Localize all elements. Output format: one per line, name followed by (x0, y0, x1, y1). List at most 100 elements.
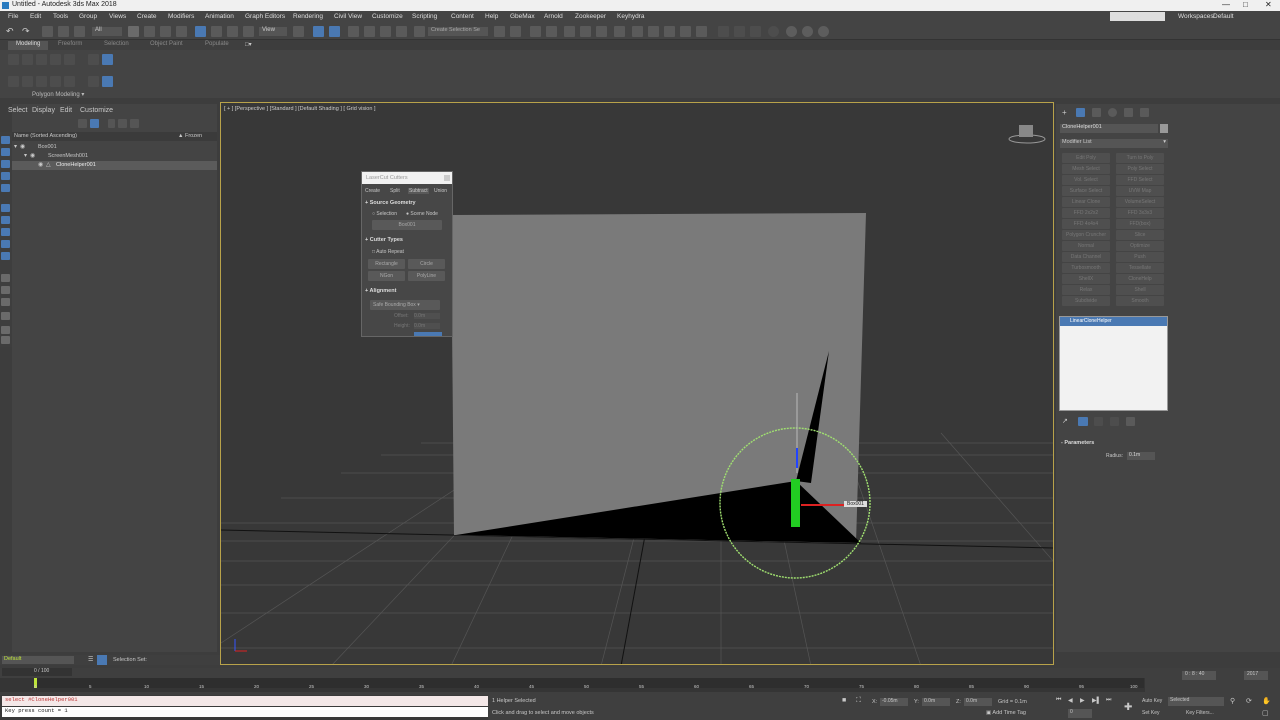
perspective-viewport[interactable]: [ + ] [Perspective ] [Standard ] [Defaul… (220, 102, 1054, 665)
modifier-button[interactable]: Data Channel (1062, 252, 1110, 262)
minimize-icon[interactable]: — (1222, 0, 1230, 9)
menu-graph-editors[interactable]: Graph Editors (245, 13, 285, 20)
menu-content[interactable]: Content (451, 13, 474, 20)
menu-edit[interactable]: Edit (30, 13, 41, 20)
menu-tools[interactable]: Tools (53, 13, 68, 20)
current-layer[interactable]: Default (2, 656, 74, 664)
utilities-tab-icon[interactable] (1140, 108, 1149, 117)
motion-tab-icon[interactable] (1108, 108, 1117, 117)
spinner-snap-icon[interactable] (396, 26, 407, 37)
lasercut-tab-create[interactable]: Create (365, 188, 380, 194)
y-coordinate[interactable]: 0.0m (922, 698, 950, 706)
ribbon-tool-icon-9[interactable] (50, 76, 61, 87)
timeline[interactable]: 0 5 10 15 20 25 30 35 40 45 50 55 60 65 … (0, 678, 1145, 692)
ribbon-toggle-icon[interactable] (564, 26, 575, 37)
align-icon[interactable] (510, 26, 521, 37)
z-coordinate[interactable]: 0.0m (964, 698, 992, 706)
ribbon-tool-icon-1[interactable] (8, 54, 19, 65)
ribbon-tool-icon-8[interactable] (36, 76, 47, 87)
add-time-tag[interactable]: ▣ Add Time Tag (986, 710, 1026, 716)
modifier-button[interactable]: FFD(box) (1116, 219, 1164, 229)
lasercut-tab-split[interactable]: Split (390, 188, 400, 194)
ngon-button[interactable]: NGon (368, 271, 405, 281)
modifier-button[interactable]: FFD 4x4x4 (1062, 219, 1110, 229)
menu-civil-view[interactable]: Civil View (334, 13, 362, 20)
modifier-button[interactable]: Subdivide (1062, 296, 1110, 306)
set-key-button[interactable]: Set Key (1142, 710, 1160, 716)
radio-scene-node[interactable]: ● Scene Node (406, 211, 438, 217)
offset-spinner[interactable]: 0.0m (414, 313, 440, 319)
menu-scripting[interactable]: Scripting (412, 13, 437, 20)
rect-selection-icon[interactable] (160, 26, 171, 37)
modifier-button[interactable]: Turbosmooth (1062, 263, 1110, 273)
modifier-button[interactable]: VolumeSelect (1116, 197, 1164, 207)
menu-customize-explorer[interactable]: Customize (80, 107, 113, 114)
strip-icon-9[interactable] (1, 240, 10, 248)
prev-frame-icon[interactable]: ◀ (1068, 697, 1073, 704)
explorer-row[interactable]: ▾ ◉ ScreenMesh001 (12, 152, 217, 161)
column-name[interactable]: Name (Sorted Ascending) (14, 133, 77, 139)
window-crossing-icon[interactable] (176, 26, 187, 37)
select-place-icon[interactable] (243, 26, 254, 37)
menu-keyhydra[interactable]: Keyhydra (617, 13, 644, 20)
ribbon-tool-icon-13[interactable] (88, 76, 99, 87)
lasercut-tab-union[interactable]: Union (434, 188, 447, 194)
modifier-button[interactable]: UVW Map (1116, 186, 1164, 196)
explorer-layer-icon[interactable] (130, 119, 139, 128)
close-icon[interactable]: ✕ (1265, 0, 1272, 9)
menu-customize[interactable]: Customize (372, 13, 403, 20)
alignment-dropdown[interactable]: Safe Bounding Box ▾ (370, 300, 440, 310)
select-by-name-icon[interactable] (144, 26, 155, 37)
ribbon-tool-icon-12[interactable] (102, 54, 113, 65)
workspace-dropdown[interactable]: Default (1213, 13, 1234, 20)
ribbon-tool-icon-2[interactable] (22, 54, 33, 65)
menu-gbemax[interactable]: GbeMax (510, 13, 535, 20)
ribbon-options-icon[interactable]: □▾ (245, 41, 252, 48)
ribbon-tool-icon-4[interactable] (50, 54, 61, 65)
tree-item-box001[interactable]: Box001 (38, 144, 57, 150)
strip-icon-13[interactable] (1, 298, 10, 306)
redo-icon[interactable]: ↷ (22, 26, 33, 37)
create-tab-icon[interactable]: + (1062, 108, 1067, 117)
menu-file[interactable]: File (8, 13, 18, 20)
snap-toggle-icon[interactable] (348, 26, 359, 37)
hierarchy-tab-icon[interactable] (1092, 108, 1101, 117)
key-filters-button[interactable]: Key Filters... (1186, 710, 1214, 716)
layer-explorer-icon[interactable] (530, 26, 541, 37)
pin-stack-icon[interactable]: ↗ (1062, 417, 1068, 425)
tab-selection[interactable]: Selection (104, 41, 129, 47)
source-node-picker[interactable]: Box001 (372, 220, 442, 230)
reference-coord-dropdown[interactable]: View (259, 27, 287, 36)
x-coordinate[interactable]: -0.05m (880, 698, 908, 706)
strip-icon-8[interactable] (1, 228, 10, 236)
strip-icon-11[interactable] (1, 274, 10, 282)
expand-icon[interactable]: ▾ (24, 152, 27, 159)
display-tab-icon[interactable] (1124, 108, 1133, 117)
strip-icon-12[interactable] (1, 286, 10, 294)
explorer-search-icon[interactable] (78, 119, 87, 128)
frame-rate-field[interactable]: 2017 (1244, 671, 1268, 680)
tree-item-clonehelper001[interactable]: CloneHelper001 (56, 162, 96, 168)
render-setup-icon[interactable] (632, 26, 643, 37)
menu-create[interactable]: Create (137, 13, 157, 20)
circle-button[interactable]: Circle (408, 259, 445, 269)
modifier-stack-item[interactable]: LinearCloneHelper (1060, 317, 1167, 326)
explorer-filter-icon[interactable] (90, 119, 99, 128)
cutter-types-title[interactable]: + Cutter Types (365, 237, 403, 243)
rendered-frame-window-icon[interactable] (648, 26, 659, 37)
modifier-list-dropdown[interactable]: Modifier List ▾ (1060, 139, 1168, 148)
select-manipulate-icon[interactable] (313, 26, 324, 37)
maxscript-listener[interactable]: select #CloneHelper001 Key press count =… (0, 695, 488, 720)
modifier-button[interactable]: FFD 2x2x2 (1062, 208, 1110, 218)
menu-display[interactable]: Display (32, 107, 55, 114)
unlink-icon[interactable] (58, 26, 69, 37)
modifier-button[interactable]: CloneHelp (1116, 274, 1164, 284)
ribbon-tool-icon-7[interactable] (22, 76, 33, 87)
layers-icon[interactable]: ☰ (88, 656, 93, 663)
ribbon-tool-icon-5[interactable] (64, 54, 75, 65)
modifier-button[interactable]: Optimize (1116, 241, 1164, 251)
lasercut-tab-subtract[interactable]: Subtract (408, 188, 429, 194)
tree-item-screenmesh001[interactable]: ScreenMesh001 (48, 153, 88, 159)
strip-icon-6[interactable] (1, 204, 10, 212)
modify-tab-icon[interactable] (1076, 108, 1085, 117)
